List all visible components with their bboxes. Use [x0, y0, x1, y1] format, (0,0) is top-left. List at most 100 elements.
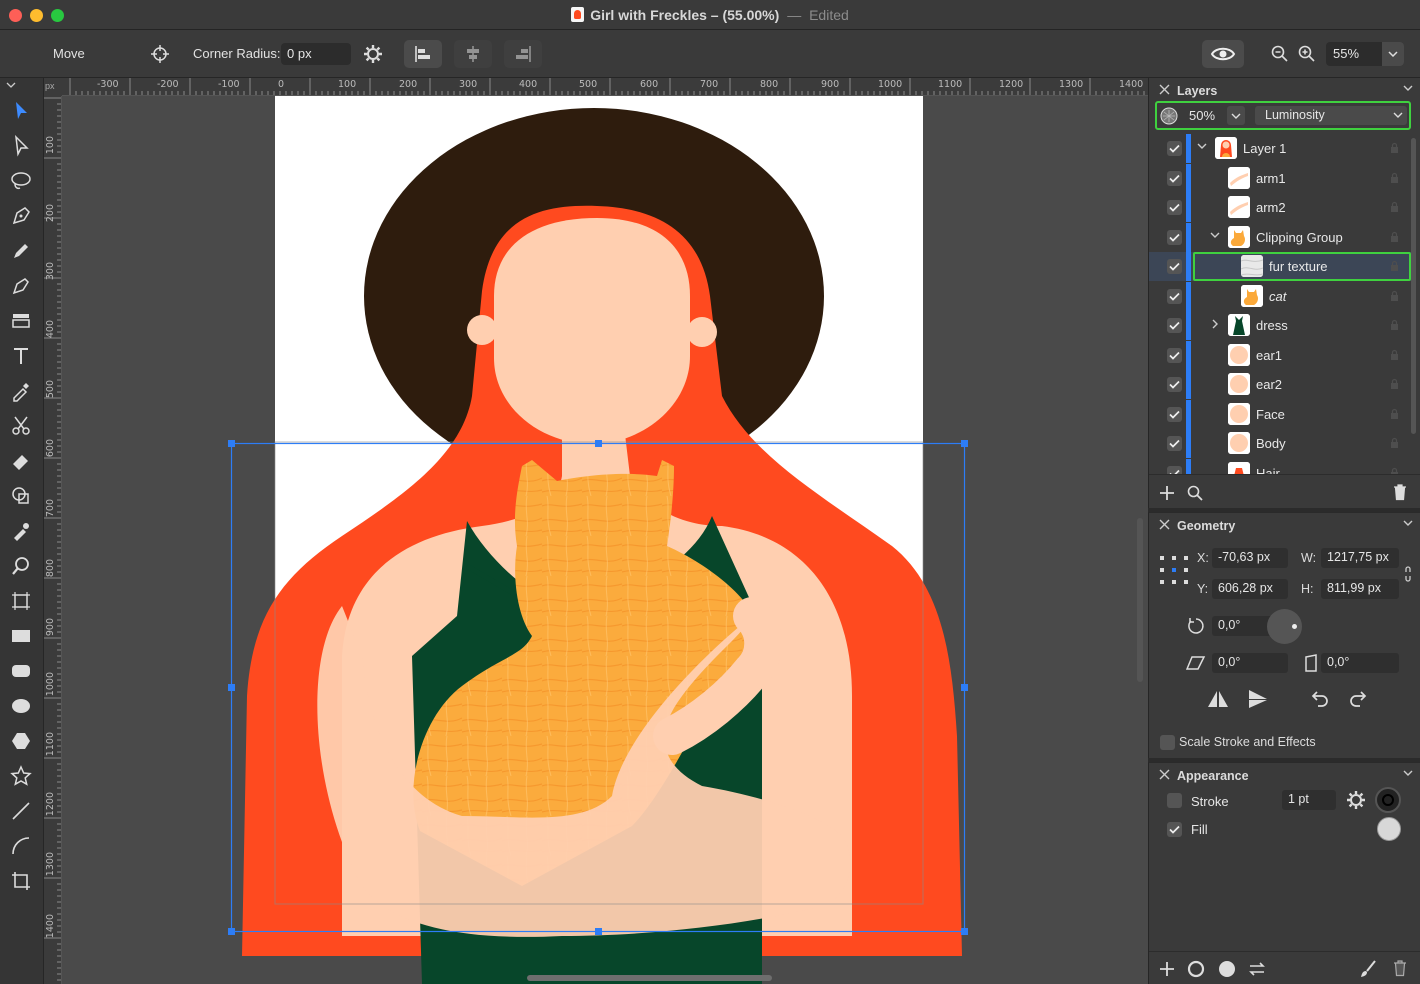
lock-icon[interactable] [1390, 349, 1399, 360]
layer-visibility-checkbox[interactable] [1167, 465, 1182, 474]
vertical-ruler[interactable]: 100 200 300 400 500 600 700 800 900 1000… [44, 96, 62, 984]
stroke-checkbox[interactable] [1167, 793, 1182, 808]
layer-row[interactable]: Hair [1149, 458, 1411, 474]
layer-row[interactable]: ear2 [1149, 370, 1411, 399]
eraser-tool-icon[interactable] [6, 446, 36, 476]
layer-row[interactable]: Layer 1 [1149, 134, 1411, 163]
star-tool-icon[interactable] [6, 761, 36, 791]
h-field[interactable]: 811,99 px [1321, 579, 1399, 599]
close-icon[interactable] [1159, 769, 1170, 780]
layer-visibility-checkbox[interactable] [1167, 229, 1182, 245]
add-layer-icon[interactable] [1159, 485, 1175, 501]
layer-visibility-checkbox[interactable] [1167, 288, 1182, 304]
layer-visibility-checkbox[interactable] [1167, 200, 1182, 215]
rounded-rectangle-tool-icon[interactable] [6, 656, 36, 686]
brush-icon[interactable] [1359, 960, 1377, 978]
close-icon[interactable] [1159, 84, 1170, 95]
chevron-down-icon[interactable] [1227, 106, 1245, 125]
layer-visibility-checkbox[interactable] [1167, 436, 1182, 451]
line-tool-icon[interactable] [6, 796, 36, 826]
layer-row[interactable]: fur texture [1149, 252, 1411, 281]
lock-icon[interactable] [1390, 142, 1399, 153]
rotate-right-icon[interactable] [1349, 689, 1369, 709]
layer-visibility-checkbox[interactable] [1167, 347, 1182, 363]
rectangle-tool-icon[interactable] [6, 621, 36, 651]
ellipse-tool-icon[interactable] [6, 691, 36, 721]
shape-builder-tool-icon[interactable] [6, 481, 36, 511]
color-picker-tool-icon[interactable] [6, 516, 36, 546]
layer-row[interactable]: Clipping Group [1149, 222, 1411, 252]
zoom-tool-icon[interactable] [6, 551, 36, 581]
layer-row[interactable]: arm2 [1149, 193, 1411, 222]
chevron-down-icon[interactable] [1382, 42, 1404, 66]
layer-row[interactable]: arm1 [1149, 163, 1411, 193]
close-icon[interactable] [1159, 519, 1170, 530]
gear-icon[interactable] [1346, 790, 1366, 810]
select-tool-icon[interactable] [6, 96, 36, 126]
layer-row[interactable]: Body [1149, 429, 1411, 458]
chevron-right-icon[interactable] [1212, 319, 1219, 329]
add-fill-icon[interactable] [1218, 960, 1236, 978]
corner-radius-field[interactable]: 0 px [281, 43, 351, 65]
pen-tool-icon[interactable] [6, 201, 36, 231]
layer-visibility-checkbox[interactable] [1167, 170, 1182, 186]
blend-mode-select[interactable]: Luminosity [1255, 106, 1407, 125]
chevron-down-icon[interactable] [1210, 232, 1220, 239]
rotate-left-icon[interactable] [1309, 689, 1329, 709]
horizontal-scrollbar[interactable] [527, 975, 772, 981]
pencil-tool-icon[interactable] [6, 236, 36, 266]
flip-horizontal-icon[interactable] [1207, 689, 1229, 709]
lock-icon[interactable] [1390, 172, 1399, 183]
align-left-button[interactable] [404, 40, 442, 68]
layer-row[interactable]: ear1 [1149, 340, 1411, 370]
chevron-down-icon[interactable] [6, 82, 16, 88]
artwork[interactable] [62, 96, 1148, 984]
layer-visibility-checkbox[interactable] [1167, 377, 1182, 392]
swap-icon[interactable] [1248, 960, 1266, 978]
y-field[interactable]: 606,28 px [1212, 579, 1288, 599]
anchor-point-icon[interactable] [1159, 555, 1189, 585]
align-right-button[interactable] [504, 40, 542, 68]
rotation-dial[interactable] [1267, 609, 1302, 644]
chevron-down-icon[interactable] [1403, 85, 1413, 91]
crop-tool-icon[interactable] [6, 866, 36, 896]
zoom-out-icon[interactable] [1268, 42, 1292, 66]
stroke-width-field[interactable]: 1 pt [1282, 790, 1336, 810]
add-stroke-icon[interactable] [1187, 960, 1205, 978]
stroke-color-swatch[interactable] [1375, 787, 1401, 813]
text-tool-icon[interactable] [6, 341, 36, 371]
horizontal-ruler[interactable]: -300 -200 -100 0 100 200 300 400 500 600… [62, 78, 1148, 96]
layer-row[interactable]: dress [1149, 311, 1411, 340]
layers-list[interactable]: Layer 1 arm1 arm2 Clipping Group fur texture… [1149, 134, 1420, 474]
fill-tool-icon[interactable] [6, 306, 36, 336]
ear2-shape[interactable] [687, 317, 717, 347]
fill-checkbox[interactable] [1167, 822, 1182, 837]
lock-icon[interactable] [1390, 408, 1399, 419]
eyedropper-tool-icon[interactable] [6, 376, 36, 406]
crosshair-icon[interactable] [148, 42, 172, 66]
layer-row[interactable]: Face [1149, 399, 1411, 429]
w-field[interactable]: 1217,75 px [1321, 548, 1399, 568]
canvas[interactable] [62, 96, 1148, 984]
opacity-value[interactable]: 50% [1189, 108, 1215, 123]
chevron-down-icon[interactable] [1403, 770, 1413, 776]
lock-icon[interactable] [1390, 437, 1399, 448]
trash-icon[interactable] [1393, 960, 1407, 977]
lock-icon[interactable] [1390, 378, 1399, 389]
zoom-in-icon[interactable] [1295, 42, 1319, 66]
layer-visibility-checkbox[interactable] [1167, 318, 1182, 333]
layers-scrollbar[interactable] [1411, 138, 1416, 434]
x-field[interactable]: -70,63 px [1212, 548, 1288, 568]
shear-field[interactable]: 0,0° [1212, 653, 1288, 673]
constrain-proportions-icon[interactable] [1403, 565, 1413, 583]
layer-row[interactable]: cat [1149, 281, 1411, 311]
lock-icon[interactable] [1390, 319, 1399, 330]
add-icon[interactable] [1159, 961, 1175, 977]
layer-visibility-checkbox[interactable] [1167, 141, 1182, 156]
chevron-down-icon[interactable] [1197, 143, 1207, 150]
lock-icon[interactable] [1390, 201, 1399, 212]
gear-icon[interactable] [361, 42, 385, 66]
lock-icon[interactable] [1390, 231, 1399, 242]
chevron-down-icon[interactable] [1403, 520, 1413, 526]
ear1-shape[interactable] [467, 315, 497, 345]
